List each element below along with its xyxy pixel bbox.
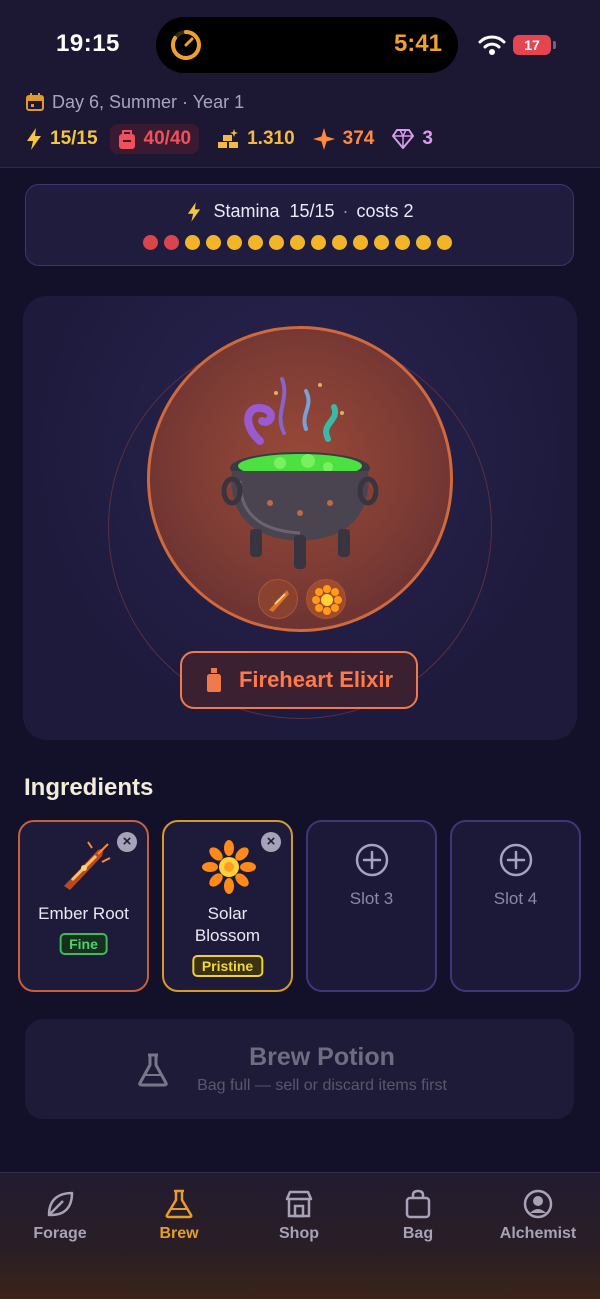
stamina-value: 15/15 <box>289 201 335 221</box>
stamina-dot <box>374 235 389 250</box>
tab-label: Alchemist <box>499 1225 577 1242</box>
stats-row: 15/15 40/40 1.310 374 3 <box>26 124 451 154</box>
stamina-dot <box>437 235 452 250</box>
date-row: Day 6, Summer · Year 1 <box>26 90 244 114</box>
gold-stat[interactable]: 1.310 <box>217 124 295 154</box>
stamina-dot <box>395 235 410 250</box>
bag-value: 40/40 <box>143 128 192 149</box>
ingredient-name-line1: Solar <box>207 904 248 923</box>
sparkle-icon <box>312 128 335 150</box>
stamina-dot <box>332 235 347 250</box>
tab-label: Brew <box>159 1225 199 1242</box>
slot-label: Slot 3 <box>349 889 394 908</box>
remove-ingredient-button[interactable]: × <box>117 832 137 852</box>
ingredient-slot-3[interactable]: Slot 3 <box>306 820 437 992</box>
tab-alchemist[interactable]: Alchemist <box>478 1187 598 1267</box>
lightning-icon <box>27 128 41 150</box>
gems-value: 3 <box>422 128 433 149</box>
game-header: Day 6, Summer · Year 1 15/15 40/40 1.310… <box>0 84 600 168</box>
dynamic-island[interactable]: 5:41 <box>156 17 458 73</box>
stamina-separator: · <box>342 201 349 221</box>
energy-stat[interactable]: 15/15 <box>26 124 98 154</box>
calendar-icon <box>26 93 44 111</box>
cauldron-icon <box>221 377 379 569</box>
lightning-icon <box>188 201 201 222</box>
stamina-dot <box>269 235 284 250</box>
app-screen: { "status_bar": { "time": "19:15", "live… <box>0 0 600 1299</box>
bag-icon <box>405 1189 431 1219</box>
ingredient-name: Ember Root <box>38 904 129 923</box>
live-activity-timer: 5:41 <box>393 30 442 57</box>
stamina-card: Stamina 15/15 · costs 2 <box>25 184 574 266</box>
tab-label: Bag <box>402 1225 434 1242</box>
ingredient-name: Solar Blossom <box>164 903 291 947</box>
tab-bag[interactable]: Bag <box>358 1187 478 1267</box>
potion-name-button[interactable]: Fireheart Elixir <box>180 651 418 709</box>
potion-name: Fireheart Elixir <box>238 667 394 692</box>
leaf-icon <box>47 1191 74 1217</box>
stamina-dot <box>164 235 179 250</box>
stamina-dot <box>416 235 431 250</box>
quality-badge: Fine <box>59 933 108 955</box>
stamina-dot <box>353 235 368 250</box>
stamina-dot <box>311 235 326 250</box>
ingredient-slot-2[interactable]: × Solar Blossom Pristine <box>162 820 293 992</box>
stamina-dots <box>143 235 458 250</box>
cauldron-circle[interactable] <box>147 326 453 632</box>
date-label: Day 6, Summer · Year 1 <box>52 91 245 112</box>
stamina-dot <box>290 235 305 250</box>
brew-title: Brew Potion <box>249 1043 395 1071</box>
stamina-label: Stamina <box>213 201 280 221</box>
stamina-dot <box>143 235 158 250</box>
quality-badge: Pristine <box>191 955 264 977</box>
slot-label: Slot 4 <box>493 889 538 908</box>
remove-ingredient-button[interactable]: × <box>261 832 281 852</box>
tab-shop[interactable]: Shop <box>239 1187 359 1267</box>
stamina-dot <box>206 235 221 250</box>
wifi-icon <box>478 35 506 55</box>
ingredients-title: Ingredients <box>24 774 154 801</box>
tab-bar: Forage Brew Shop Bag Alchemist <box>0 1172 600 1299</box>
diamond-icon <box>392 129 415 149</box>
potion-bottle-icon <box>206 668 221 692</box>
gems-stat[interactable]: 3 <box>392 124 433 154</box>
store-icon <box>285 1190 313 1218</box>
status-bar: 19:15 5:41 17 <box>0 0 600 84</box>
gold-bars-icon <box>218 129 239 148</box>
ember-root-mini-icon <box>258 579 298 619</box>
tab-forage[interactable]: Forage <box>0 1187 120 1267</box>
tab-label: Forage <box>33 1225 87 1242</box>
stamina-dot <box>185 235 200 250</box>
cauldron-panel: Fireheart Elixir <box>23 296 577 740</box>
status-time: 19:15 <box>56 30 120 57</box>
profile-icon <box>523 1189 553 1219</box>
bag-stat[interactable]: 40/40 <box>109 124 200 154</box>
sparks-value: 374 <box>342 128 375 149</box>
ember-root-icon <box>64 841 111 890</box>
battery-icon: 17 <box>513 35 556 55</box>
brew-subtitle: Bag full — sell or discard items first <box>197 1077 447 1094</box>
add-circle-icon <box>355 843 389 877</box>
brew-potion-button[interactable]: Brew Potion Bag full — sell or discard i… <box>25 1019 574 1119</box>
stamina-dot <box>227 235 242 250</box>
solar-blossom-icon <box>202 840 256 894</box>
ingredient-slot-1[interactable]: × Ember Root Fine <box>18 820 149 992</box>
battery-level: 17 <box>524 37 540 53</box>
backpack-icon <box>118 130 135 149</box>
energy-value: 15/15 <box>50 128 98 149</box>
tab-label: Shop <box>279 1225 319 1242</box>
flask-icon <box>165 1189 193 1219</box>
gold-value: 1.310 <box>247 128 295 149</box>
sparks-stat[interactable]: 374 <box>312 124 375 154</box>
tab-brew[interactable]: Brew <box>119 1187 239 1267</box>
add-circle-icon <box>499 843 533 877</box>
timer-ring-icon <box>171 30 201 60</box>
ingredient-name-line2: Blossom <box>194 926 261 945</box>
stamina-summary: Stamina 15/15 · costs 2 <box>26 201 575 222</box>
ingredient-slot-4[interactable]: Slot 4 <box>450 820 581 992</box>
stamina-dot <box>248 235 263 250</box>
stamina-cost: costs 2 <box>356 201 414 221</box>
solar-blossom-mini-icon <box>306 579 346 619</box>
